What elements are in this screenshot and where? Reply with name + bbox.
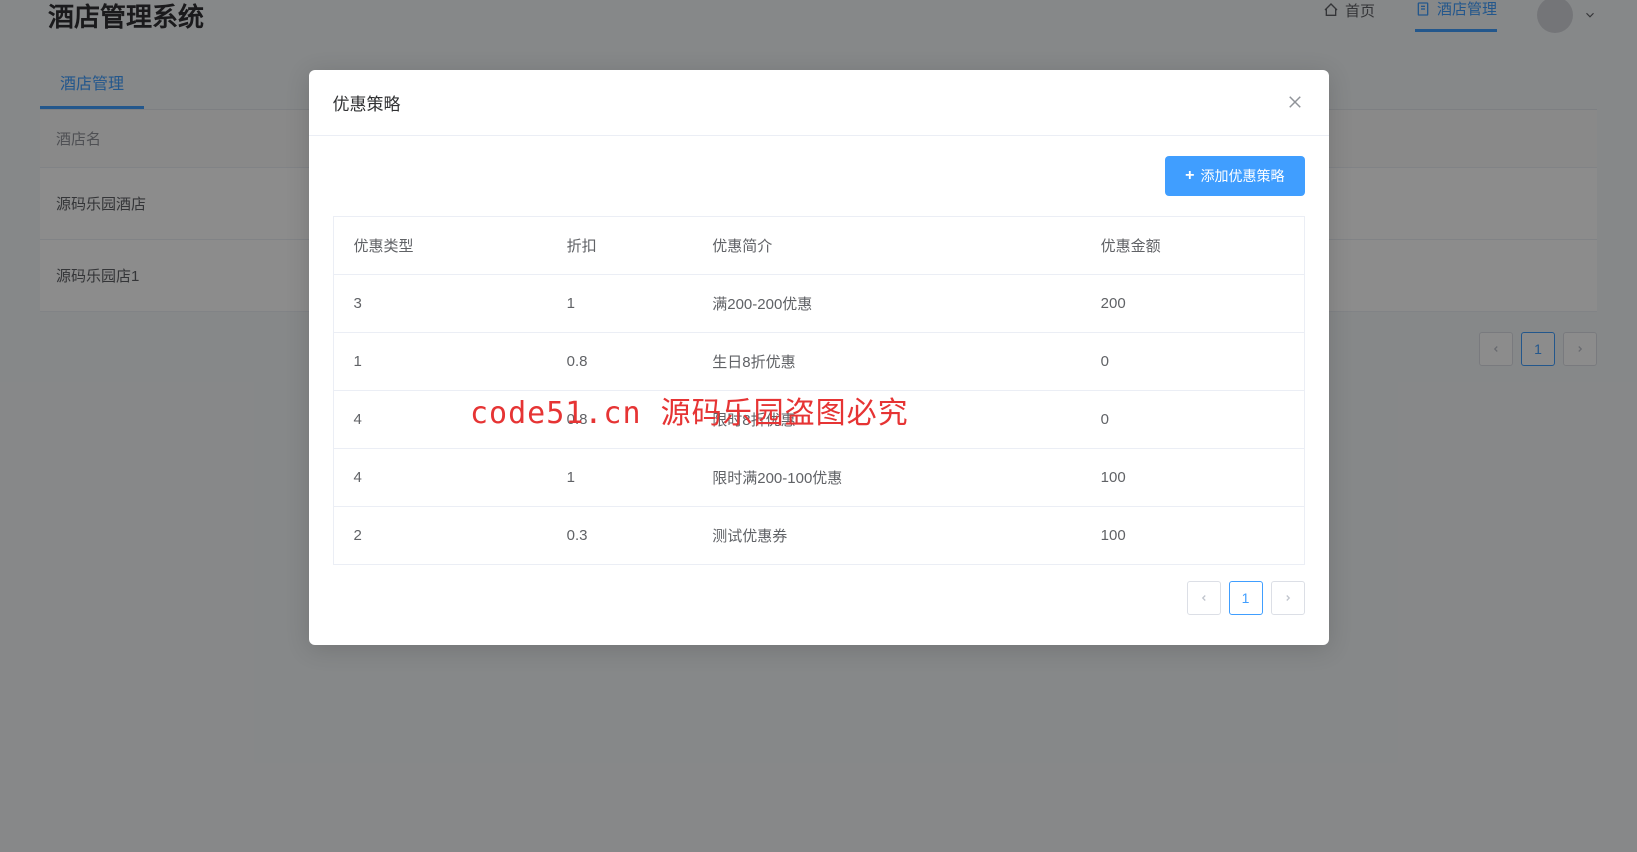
modal-title: 优惠策略 [333, 90, 401, 115]
col-type: 优惠类型 [333, 217, 547, 275]
page-next-button[interactable] [1271, 581, 1305, 615]
cell-amount: 200 [1081, 275, 1304, 333]
cell-type: 3 [333, 275, 547, 333]
cell-desc: 满200-200优惠 [692, 275, 1080, 333]
page-number-button[interactable]: 1 [1229, 581, 1263, 615]
modal-overlay: 优惠策略 + 添加优惠策略 优惠类型 折扣 优惠简介 优惠金额 [0, 0, 1637, 852]
col-amount: 优惠金额 [1081, 217, 1304, 275]
cell-discount: 1 [547, 275, 693, 333]
cell-discount: 0.8 [547, 391, 693, 449]
close-icon [1286, 93, 1304, 111]
cell-desc: 限时满200-100优惠 [692, 449, 1080, 507]
modal-body: + 添加优惠策略 优惠类型 折扣 优惠简介 优惠金额 3 1 [309, 136, 1329, 645]
cell-type: 4 [333, 449, 547, 507]
cell-desc: 生日8折优惠 [692, 333, 1080, 391]
table-row: 1 0.8 生日8折优惠 0 [333, 333, 1304, 391]
cell-type: 4 [333, 391, 547, 449]
cell-type: 2 [333, 507, 547, 565]
cell-discount: 0.3 [547, 507, 693, 565]
cell-amount: 100 [1081, 449, 1304, 507]
col-desc: 优惠简介 [692, 217, 1080, 275]
add-discount-strategy-button[interactable]: + 添加优惠策略 [1165, 156, 1304, 196]
page-prev-button[interactable] [1187, 581, 1221, 615]
cell-amount: 100 [1081, 507, 1304, 565]
table-row: 2 0.3 测试优惠券 100 [333, 507, 1304, 565]
table-row: 4 1 限时满200-100优惠 100 [333, 449, 1304, 507]
modal-pagination: 1 [333, 581, 1305, 615]
modal-toolbar: + 添加优惠策略 [333, 156, 1305, 196]
chevron-left-icon [1199, 593, 1209, 603]
close-button[interactable] [1285, 93, 1305, 113]
cell-desc: 测试优惠券 [692, 507, 1080, 565]
cell-amount: 0 [1081, 333, 1304, 391]
add-button-label: 添加优惠策略 [1201, 166, 1285, 186]
strategy-table: 优惠类型 折扣 优惠简介 优惠金额 3 1 满200-200优惠 200 1 [333, 216, 1305, 565]
cell-desc: 限时8折优惠 [692, 391, 1080, 449]
table-row: 4 0.8 限时8折优惠 0 [333, 391, 1304, 449]
cell-discount: 0.8 [547, 333, 693, 391]
cell-discount: 1 [547, 449, 693, 507]
discount-strategy-modal: 优惠策略 + 添加优惠策略 优惠类型 折扣 优惠简介 优惠金额 [309, 70, 1329, 645]
cell-amount: 0 [1081, 391, 1304, 449]
modal-header: 优惠策略 [309, 70, 1329, 136]
plus-icon: + [1185, 167, 1194, 185]
chevron-right-icon [1283, 593, 1293, 603]
col-discount: 折扣 [547, 217, 693, 275]
table-row: 3 1 满200-200优惠 200 [333, 275, 1304, 333]
cell-type: 1 [333, 333, 547, 391]
